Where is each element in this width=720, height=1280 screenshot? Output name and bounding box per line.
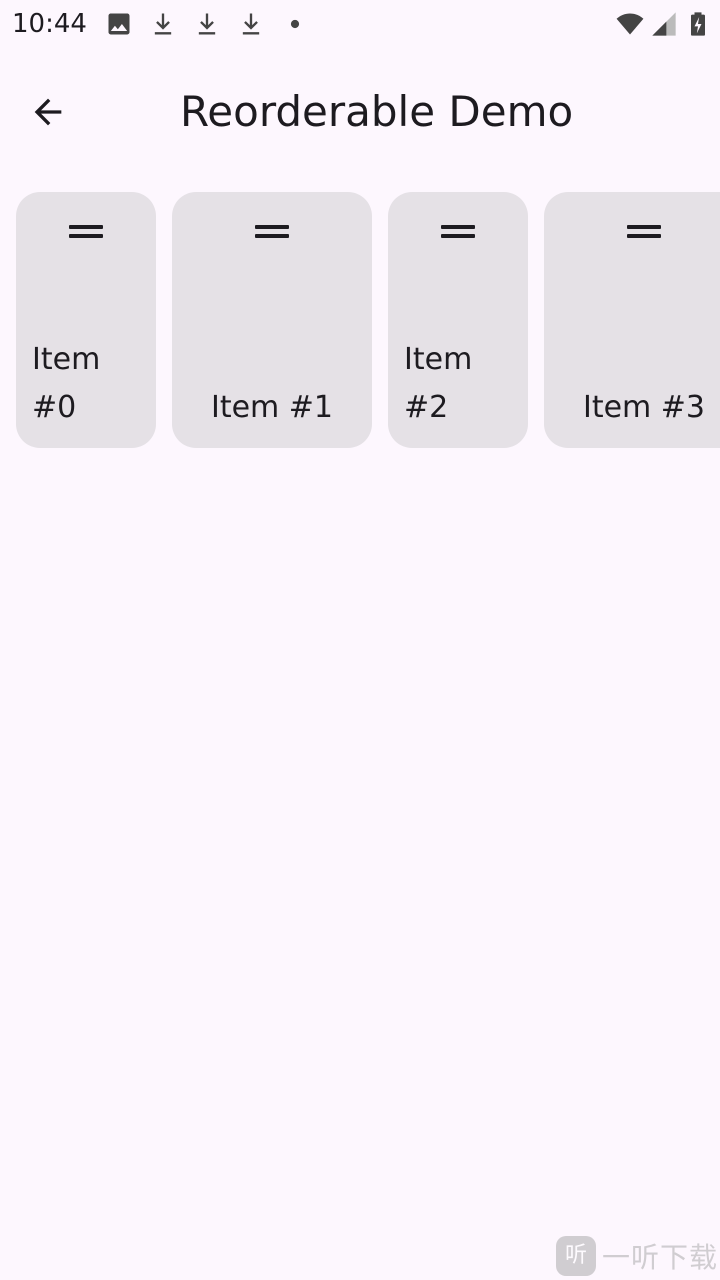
battery-charging-icon xyxy=(684,10,712,38)
list-item-label: Item #2 xyxy=(404,342,473,425)
list-item[interactable]: Item #2 xyxy=(388,192,528,448)
list-item[interactable]: Item #3 xyxy=(544,192,720,448)
list-item-label: Item #1 xyxy=(210,390,334,425)
drag-handle-icon[interactable] xyxy=(441,222,475,242)
list-item[interactable]: Item #1 xyxy=(172,192,372,448)
signal-icon xyxy=(650,10,678,38)
reorderable-list[interactable]: Item #0 Item #1 Item #2 Item #3 xyxy=(16,192,720,448)
watermark-text: 一听下载 xyxy=(601,1241,718,1274)
drag-handle-icon[interactable] xyxy=(627,222,661,242)
drag-handle-icon[interactable] xyxy=(69,222,103,242)
page-title: Reorderable Demo xyxy=(180,87,574,136)
status-bar: 10:44 xyxy=(0,0,720,48)
watermark-logo: 听 xyxy=(555,1236,596,1276)
watermark: 听 一听下载 xyxy=(555,1236,718,1276)
image-icon xyxy=(105,10,133,38)
download-icon xyxy=(237,10,265,38)
back-button[interactable] xyxy=(16,80,80,144)
download-icon xyxy=(193,10,221,38)
list-item[interactable]: Item #0 xyxy=(16,192,156,448)
list-item-label: Item #3 xyxy=(582,390,706,425)
download-icon xyxy=(149,10,177,38)
drag-handle-icon[interactable] xyxy=(255,222,289,242)
dot-icon xyxy=(281,10,309,38)
status-time: 10:44 xyxy=(12,9,87,39)
list-item-label: Item #0 xyxy=(32,342,101,425)
app-bar: Reorderable Demo xyxy=(0,48,720,176)
wifi-icon xyxy=(616,10,644,38)
arrow-back-icon xyxy=(28,92,68,132)
